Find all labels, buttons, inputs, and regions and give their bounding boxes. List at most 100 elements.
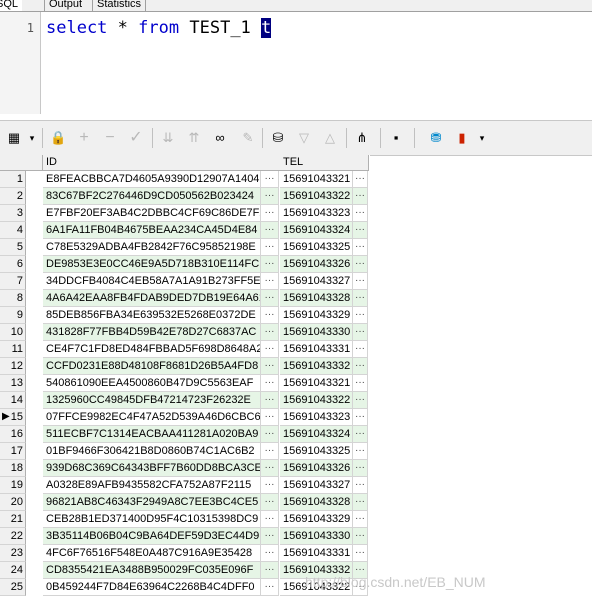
- sql-editor[interactable]: 1 select * from TEST_1 t: [0, 12, 592, 114]
- cell-tel-ellipsis-button[interactable]: ···: [353, 477, 368, 494]
- cell-tel[interactable]: 15691043323: [280, 205, 353, 222]
- tab-sql[interactable]: SQL: [0, 0, 23, 11]
- table-row[interactable]: 21 CEB28B1ED371400D95F4C10315398DC9 ··· 156…: [0, 511, 370, 528]
- cell-tel-ellipsis-button[interactable]: ···: [353, 443, 368, 460]
- table-row[interactable]: 11 CE4F7C1FD8ED484FBBAD5F698D8648A2 ··· 156…: [0, 341, 370, 358]
- tab-output[interactable]: Output: [44, 0, 86, 11]
- cell-id[interactable]: CE4F7C1FD8ED484FBBAD5F698D8648A2: [43, 341, 261, 358]
- cell-tel-ellipsis-button[interactable]: ···: [353, 188, 368, 205]
- table-row[interactable]: 14 1325960CC49845DFB47214723F26232E ··· 156…: [0, 392, 370, 409]
- cell-id-ellipsis-button[interactable]: ···: [261, 545, 279, 562]
- result-grid[interactable]: ID TEL 1 E8FEACBBCA7D4605A9390D12907A1404…: [0, 155, 370, 604]
- find-binoculars-icon[interactable]: ∞: [212, 130, 228, 146]
- table-row[interactable]: 9 85DEB856FBA34E639532E5268E0372DE ··· 1569…: [0, 307, 370, 324]
- export-db-icon[interactable]: ⛃: [428, 130, 444, 146]
- table-row[interactable]: 19 A0328E89AFB9435582CFA752A87F2115 ··· 156…: [0, 477, 370, 494]
- cell-id-ellipsis-button[interactable]: ···: [261, 392, 279, 409]
- cell-tel-ellipsis-button[interactable]: ···: [353, 324, 368, 341]
- cell-tel[interactable]: 15691043322: [280, 188, 353, 205]
- cell-id[interactable]: A0328E89AFB9435582CFA752A87F2115: [43, 477, 261, 494]
- cell-id-ellipsis-button[interactable]: ···: [261, 171, 279, 188]
- cell-id-ellipsis-button[interactable]: ···: [261, 528, 279, 545]
- cell-id[interactable]: 96821AB8C46343F2949A8C7EE3BC4CE5: [43, 494, 261, 511]
- table-row[interactable]: 1 E8FEACBBCA7D4605A9390D12907A1404 ··· 1569…: [0, 171, 370, 188]
- cell-tel[interactable]: 15691043329: [280, 511, 353, 528]
- delete-record-icon[interactable]: −: [102, 130, 118, 146]
- table-row[interactable]: 8 4A6A42EAA8FB4FDAB9DED7DB19E64A61 ··· 1569…: [0, 290, 370, 307]
- cell-tel-ellipsis-button[interactable]: ···: [353, 341, 368, 358]
- cell-id-ellipsis-button[interactable]: ···: [261, 562, 279, 579]
- cell-tel[interactable]: 15691043327: [280, 273, 353, 290]
- cell-tel-ellipsis-button[interactable]: ···: [353, 307, 368, 324]
- cell-id-ellipsis-button[interactable]: ···: [261, 409, 279, 426]
- cell-id-ellipsis-button[interactable]: ···: [261, 239, 279, 256]
- cell-tel-ellipsis-button[interactable]: ···: [353, 290, 368, 307]
- cell-id[interactable]: E8FEACBBCA7D4605A9390D12907A1404: [43, 171, 261, 188]
- cell-tel[interactable]: 15691043324: [280, 426, 353, 443]
- table-row[interactable]: 6 DE9853E3E0CC46E9A5D718B310E114FC ··· 1569…: [0, 256, 370, 273]
- table-row[interactable]: 16 511ECBF7C1314EACBAA411281A020BA9 ··· 156…: [0, 426, 370, 443]
- table-row[interactable]: 10 431828F77FBB4D59B42E78D27C6837AC ··· 156…: [0, 324, 370, 341]
- cell-id-ellipsis-button[interactable]: ···: [261, 477, 279, 494]
- cell-tel[interactable]: 15691043328: [280, 494, 353, 511]
- cell-id-ellipsis-button[interactable]: ···: [261, 460, 279, 477]
- cell-id[interactable]: 34DDCFB4084C4EB58A7A1A91B273FF5E: [43, 273, 261, 290]
- cell-id[interactable]: 01BF9466F306421B8D0860B74C1AC6B2: [43, 443, 261, 460]
- cell-id-ellipsis-button[interactable]: ···: [261, 205, 279, 222]
- cell-tel-ellipsis-button[interactable]: ···: [353, 511, 368, 528]
- cell-id-ellipsis-button[interactable]: ···: [261, 324, 279, 341]
- cell-tel[interactable]: 15691043330: [280, 324, 353, 341]
- cell-tel[interactable]: 15691043323: [280, 409, 353, 426]
- cell-tel[interactable]: 15691043321: [280, 375, 353, 392]
- network-icon[interactable]: ⋔: [354, 130, 370, 146]
- cell-tel[interactable]: 15691043321: [280, 171, 353, 188]
- cell-id-ellipsis-button[interactable]: ···: [261, 494, 279, 511]
- filter-down-icon[interactable]: ⇊: [160, 130, 176, 146]
- cell-id-ellipsis-button[interactable]: ···: [261, 579, 279, 596]
- cell-tel[interactable]: 15691043325: [280, 443, 353, 460]
- cell-tel-ellipsis-button[interactable]: ···: [353, 222, 368, 239]
- cell-id[interactable]: 939D68C369C64343BFF7B60DD8BCA3CE: [43, 460, 261, 477]
- cell-tel-ellipsis-button[interactable]: ···: [353, 494, 368, 511]
- table-row[interactable]: 23 4FC6F76516F548E0A487C916A9E35428 ··· 156…: [0, 545, 370, 562]
- cell-tel-ellipsis-button[interactable]: ···: [353, 273, 368, 290]
- chart-dropdown-icon[interactable]: ▾: [474, 130, 490, 146]
- cell-tel[interactable]: 15691043330: [280, 528, 353, 545]
- cell-id[interactable]: 540861090EEA4500860B47D9C5563EAF: [43, 375, 261, 392]
- cell-id-ellipsis-button[interactable]: ···: [261, 358, 279, 375]
- table-row[interactable]: 13 540861090EEA4500860B47D9C5563EAF ··· 156…: [0, 375, 370, 392]
- table-row[interactable]: 22 3B35114B06B04C9BA64DEF59D3EC44D9 ··· 156…: [0, 528, 370, 545]
- table-row[interactable]: 3 E7FBF20EF3AB4C2DBBC4CF69C86DE7F2 ··· 1569…: [0, 205, 370, 222]
- table-row[interactable]: 4 6A1FA11FB04B4675BEAA234CA45D4E84 ··· 1569…: [0, 222, 370, 239]
- cell-id[interactable]: C78E5329ADBA4FB2842F76C95852198E: [43, 239, 261, 256]
- cell-tel-ellipsis-button[interactable]: ···: [353, 545, 368, 562]
- cell-id-ellipsis-button[interactable]: ···: [261, 273, 279, 290]
- cell-id-ellipsis-button[interactable]: ···: [261, 511, 279, 528]
- cell-tel[interactable]: 15691043326: [280, 256, 353, 273]
- cell-tel[interactable]: 15691043331: [280, 545, 353, 562]
- tab-statistics[interactable]: Statistics: [92, 0, 147, 11]
- cell-id[interactable]: 431828F77FBB4D59B42E78D27C6837AC: [43, 324, 261, 341]
- cell-id-ellipsis-button[interactable]: ···: [261, 426, 279, 443]
- cell-id-ellipsis-button[interactable]: ···: [261, 307, 279, 324]
- cell-tel[interactable]: 15691043325: [280, 239, 353, 256]
- cell-tel-ellipsis-button[interactable]: ···: [353, 426, 368, 443]
- cell-id[interactable]: CCFD0231E88D48108F8681D26B5A4FD8: [43, 358, 261, 375]
- post-edit-icon[interactable]: ✓: [128, 130, 144, 146]
- cell-id[interactable]: 07FFCE9982EC4F47A52D539A46D6CBC6: [43, 409, 261, 426]
- cell-tel-ellipsis-button[interactable]: ···: [353, 205, 368, 222]
- cell-id-ellipsis-button[interactable]: ···: [261, 256, 279, 273]
- cell-id[interactable]: CEB28B1ED371400D95F4C10315398DC9: [43, 511, 261, 528]
- table-row[interactable]: 17 01BF9466F306421B8D0860B74C1AC6B2 ··· 156…: [0, 443, 370, 460]
- cell-id-ellipsis-button[interactable]: ···: [261, 222, 279, 239]
- cell-tel[interactable]: 15691043331: [280, 341, 353, 358]
- cell-id[interactable]: 4A6A42EAA8FB4FDAB9DED7DB19E64A61: [43, 290, 261, 307]
- cell-tel-ellipsis-button[interactable]: ···: [353, 528, 368, 545]
- cell-id-ellipsis-button[interactable]: ···: [261, 375, 279, 392]
- save-icon[interactable]: ▪: [388, 130, 404, 146]
- cell-tel-ellipsis-button[interactable]: ···: [353, 375, 368, 392]
- cell-tel-ellipsis-button[interactable]: ···: [353, 256, 368, 273]
- cell-id[interactable]: 85DEB856FBA34E639532E5268E0372DE: [43, 307, 261, 324]
- cell-tel-ellipsis-button[interactable]: ···: [353, 358, 368, 375]
- table-row[interactable]: 15 ▶ 07FFCE9982EC4F47A52D539A46D6CBC6 ··· 15…: [0, 409, 370, 426]
